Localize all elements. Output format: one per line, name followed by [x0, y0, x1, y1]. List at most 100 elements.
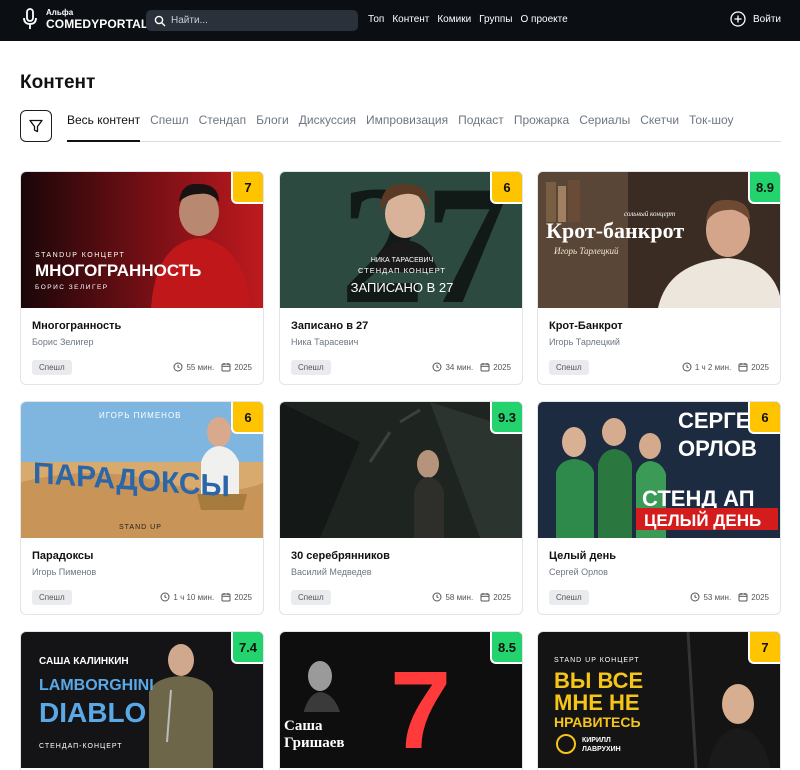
clock-icon	[690, 592, 700, 602]
year-text: 2025	[493, 592, 511, 602]
svg-text:Гришаев: Гришаев	[284, 735, 345, 751]
tab-talk-show[interactable]: Ток-шоу	[689, 112, 733, 142]
card-author: Василий Медведев	[291, 567, 372, 577]
tab-discussion[interactable]: Дискуссия	[299, 112, 356, 142]
content-card[interactable]: 27 НИКА ТАРАСЕВИЧ СТЕНДАП КОНЦЕРТ ЗАПИСА…	[279, 171, 523, 385]
year-text: 2025	[751, 592, 769, 602]
duration-text: 58 мин.	[445, 592, 474, 602]
nav-item-top[interactable]: Топ	[368, 14, 384, 25]
duration-text: 1 ч 10 мин.	[173, 592, 215, 602]
svg-text:СТЕНДАП-КОНЦЕРТ: СТЕНДАП-КОНЦЕРТ	[39, 743, 123, 750]
logo-brand-text: COMEDYPORTAL	[46, 16, 149, 31]
svg-text:НРАВИТЕСЬ: НРАВИТЕСЬ	[554, 714, 641, 730]
rating-badge: 7	[231, 172, 263, 204]
card-title: Записано в 27	[291, 320, 369, 332]
tab-roast[interactable]: Прожарка	[514, 112, 569, 142]
site-logo[interactable]: Альфа COMEDYPORTAL	[22, 8, 148, 30]
category-badge: Спешл	[32, 360, 72, 375]
year-text: 2025	[751, 362, 769, 372]
rating-badge: 6	[231, 402, 263, 434]
nav-item-groups[interactable]: Группы	[479, 14, 512, 25]
svg-text:НИКА ТАРАСЕВИЧ: НИКА ТАРАСЕВИЧ	[371, 257, 434, 264]
search-input[interactable]: Найти...	[146, 10, 358, 31]
content-card[interactable]: STANDUP КОНЦЕРТ МНОГОГРАННОСТЬ БОРИС ЗЕЛ…	[20, 171, 264, 385]
rating-badge: 6	[748, 402, 780, 434]
login-button[interactable]: Войти	[730, 11, 781, 27]
card-meta: 53 мин. 2025	[690, 592, 769, 602]
tab-improv[interactable]: Импровизация	[366, 112, 448, 142]
card-author: Игорь Пименов	[32, 567, 97, 577]
card-meta: 1 ч 10 мин. 2025	[160, 592, 252, 602]
duration-text: 1 ч 2 мин.	[694, 362, 732, 372]
poster-image: СЕРГЕЙ ОРЛОВ СТЕНД АП ЦЕЛЫЙ ДЕНЬ	[538, 402, 780, 538]
calendar-icon	[480, 363, 490, 372]
tab-special[interactable]: Спешл	[150, 112, 188, 142]
card-title: Многогранность	[32, 320, 122, 332]
svg-text:ИГОРЬ ПИМЕНОВ: ИГОРЬ ПИМЕНОВ	[99, 411, 182, 420]
svg-text:DIABLO: DIABLO	[39, 697, 146, 728]
content-card[interactable]: STAND UP КОНЦЕРТ ВЫ ВСЕ МНЕ НЕ НРАВИТЕСЬ…	[537, 631, 781, 770]
calendar-icon	[221, 363, 231, 372]
svg-text:Игорь Тарлецкий: Игорь Тарлецкий	[553, 246, 619, 256]
card-title: Парадоксы	[32, 550, 94, 562]
svg-text:КИРИЛЛ: КИРИЛЛ	[582, 737, 611, 744]
filter-button[interactable]	[20, 110, 52, 142]
content-card[interactable]: ИГОРЬ ПИМЕНОВ ПАРАДОКСЫ STAND UP 6 Парад…	[20, 401, 264, 615]
page-title: Контент	[20, 72, 96, 93]
card-author: Борис Зелигер	[32, 337, 94, 347]
clock-icon	[160, 592, 170, 602]
svg-text:СТЕНД АП: СТЕНД АП	[642, 486, 755, 511]
nav-item-about[interactable]: О проекте	[521, 14, 568, 25]
calendar-icon	[738, 363, 748, 372]
tab-podcast[interactable]: Подкаст	[458, 112, 504, 142]
tab-sketches[interactable]: Скетчи	[640, 112, 679, 142]
category-badge: Спешл	[549, 590, 589, 605]
tab-standup[interactable]: Стендап	[199, 112, 247, 142]
duration-text: 34 мин.	[445, 362, 474, 372]
microphone-icon	[23, 8, 37, 29]
calendar-icon	[480, 593, 490, 602]
svg-text:ЦЕЛЫЙ ДЕНЬ: ЦЕЛЫЙ ДЕНЬ	[644, 511, 761, 530]
clock-icon	[432, 592, 442, 602]
svg-text:ЗАПИСАНО В 27: ЗАПИСАНО В 27	[351, 280, 454, 295]
rating-badge: 7	[748, 632, 780, 664]
rating-badge: 8.5	[490, 632, 522, 664]
poster-image: 7 Саша Гришаев	[280, 632, 522, 768]
content-card[interactable]: САША КАЛИНКИН LAMBORGHINI DIABLO СТЕНДАП…	[20, 631, 264, 770]
rating-badge: 6	[490, 172, 522, 204]
poster-image: 27 НИКА ТАРАСЕВИЧ СТЕНДАП КОНЦЕРТ ЗАПИСА…	[280, 172, 522, 308]
content-card[interactable]: 7 Саша Гришаев 8.5	[279, 631, 523, 770]
category-badge: Спешл	[291, 360, 331, 375]
nav-item-comedians[interactable]: Комики	[437, 14, 471, 25]
year-text: 2025	[234, 592, 252, 602]
svg-text:ЛАВРУХИН: ЛАВРУХИН	[582, 746, 621, 753]
calendar-icon	[221, 593, 231, 602]
category-badge: Спешл	[32, 590, 72, 605]
svg-text:МНОГОГРАННОСТЬ: МНОГОГРАННОСТЬ	[35, 261, 201, 280]
card-meta: 55 мин. 2025	[173, 362, 252, 372]
top-navbar: Альфа COMEDYPORTAL Найти... Топ Контент …	[0, 0, 800, 41]
svg-text:STAND UP: STAND UP	[119, 524, 162, 531]
svg-text:7: 7	[390, 649, 451, 768]
card-title: 30 серебрянников	[291, 550, 390, 562]
poster-image: сольный концерт Крот-банкрот Игорь Тарле…	[538, 172, 780, 308]
content-card[interactable]: СЕРГЕЙ ОРЛОВ СТЕНД АП ЦЕЛЫЙ ДЕНЬ 6 Целый…	[537, 401, 781, 615]
nav-item-content[interactable]: Контент	[392, 14, 429, 25]
tab-blogs[interactable]: Блоги	[256, 112, 289, 142]
svg-text:САША КАЛИНКИН: САША КАЛИНКИН	[39, 656, 129, 667]
logo-small-text: Альфа	[46, 7, 74, 17]
content-type-tabs: Весь контент Спешл Стендап Блоги Дискусс…	[67, 112, 781, 142]
card-title: Целый день	[549, 550, 616, 562]
svg-text:сольный концерт: сольный концерт	[624, 210, 675, 218]
card-author: Игорь Тарлецкий	[549, 337, 620, 347]
clock-icon	[682, 362, 692, 372]
tab-all-content[interactable]: Весь контент	[67, 112, 141, 142]
category-badge: Спешл	[549, 360, 589, 375]
svg-text:LAMBORGHINI: LAMBORGHINI	[39, 677, 154, 694]
tab-series[interactable]: Сериалы	[579, 112, 630, 142]
search-placeholder: Найти...	[171, 15, 208, 26]
category-badge: Спешл	[291, 590, 331, 605]
content-card[interactable]: сольный концерт Крот-банкрот Игорь Тарле…	[537, 171, 781, 385]
content-card[interactable]: 9.3 30 серебрянников Василий Медведев Сп…	[279, 401, 523, 615]
poster-image: ИГОРЬ ПИМЕНОВ ПАРАДОКСЫ STAND UP	[21, 402, 263, 538]
